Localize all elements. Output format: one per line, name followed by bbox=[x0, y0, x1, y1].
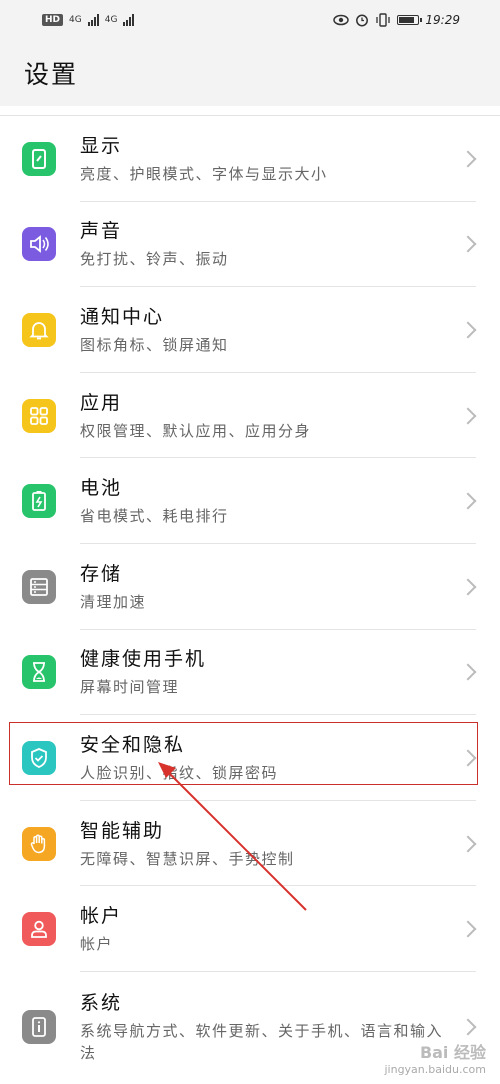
settings-item-label: 存储 bbox=[80, 562, 123, 585]
settings-item-label: 显示 bbox=[80, 134, 123, 157]
page-header: 设置 bbox=[0, 40, 500, 106]
signal-icon-2 bbox=[123, 14, 135, 26]
status-left: HD 4G 4G bbox=[42, 14, 135, 26]
settings-item-battery[interactable]: 电池省电模式、耗电排行 bbox=[0, 458, 500, 544]
display-icon bbox=[22, 141, 56, 176]
chevron-right-icon bbox=[459, 835, 477, 853]
watermark: Bai 经验 jingyan.baidu.com bbox=[384, 1039, 486, 1076]
settings-item-desc: 省电模式、耗电排行 bbox=[80, 507, 229, 526]
settings-item-desc: 人脸识别、指纹、锁屏密码 bbox=[80, 763, 279, 782]
settings-item-digital-balance[interactable]: 健康使用手机屏幕时间管理 bbox=[0, 630, 500, 716]
vibrate-icon bbox=[376, 13, 391, 27]
settings-item-notification[interactable]: 通知中心图标角标、锁屏通知 bbox=[0, 287, 500, 373]
chevron-right-icon bbox=[459, 920, 477, 938]
settings-item-label: 系统 bbox=[80, 991, 123, 1014]
hand-icon bbox=[22, 826, 56, 861]
watermark-url: jingyan.baidu.com bbox=[384, 1063, 486, 1076]
settings-item-desc: 清理加速 bbox=[80, 592, 147, 611]
settings-item-label: 应用 bbox=[80, 391, 123, 414]
shield-icon bbox=[22, 740, 56, 775]
bell-icon bbox=[22, 312, 56, 347]
status-right: 19:29 bbox=[333, 13, 460, 27]
chevron-right-icon bbox=[459, 235, 477, 253]
settings-item-desc: 亮度、护眼模式、字体与显示大小 bbox=[80, 164, 328, 183]
hourglass-icon bbox=[22, 655, 56, 690]
settings-item-label: 安全和隐私 bbox=[80, 733, 186, 756]
settings-item-label: 健康使用手机 bbox=[80, 648, 207, 671]
settings-item-smart-assistance[interactable]: 智能辅助无障碍、智慧识屏、手势控制 bbox=[0, 801, 500, 887]
chevron-right-icon bbox=[459, 150, 477, 168]
settings-item-display[interactable]: 显示亮度、护眼模式、字体与显示大小 bbox=[0, 116, 500, 202]
hd-badge: HD bbox=[42, 14, 64, 26]
settings-item-security-privacy[interactable]: 安全和隐私人脸识别、指纹、锁屏密码 bbox=[0, 715, 500, 801]
storage-icon bbox=[22, 569, 56, 604]
settings-item-storage[interactable]: 存储 清理加速 bbox=[0, 544, 500, 630]
settings-item-desc: 免打扰、铃声、振动 bbox=[80, 250, 229, 269]
settings-item-desc: 图标角标、锁屏通知 bbox=[80, 335, 229, 354]
settings-item-desc: 屏幕时间管理 bbox=[80, 678, 180, 697]
apps-icon bbox=[22, 398, 56, 433]
settings-item-label: 通知中心 bbox=[80, 305, 165, 328]
settings-list: 显示亮度、护眼模式、字体与显示大小 声音免打扰、铃声、振动 通知中心图标角标、锁… bbox=[0, 115, 500, 1082]
watermark-logo: Bai 经验 bbox=[419, 1043, 486, 1062]
battery-status-icon bbox=[397, 15, 423, 25]
chevron-right-icon bbox=[459, 749, 477, 767]
settings-item-apps[interactable]: 应用权限管理、默认应用、应用分身 bbox=[0, 373, 500, 459]
battery-icon bbox=[22, 484, 56, 519]
network-type-2: 4G bbox=[104, 15, 118, 25]
settings-item-account[interactable]: 帐户 帐户 bbox=[0, 886, 500, 972]
person-icon bbox=[22, 912, 56, 947]
settings-item-label: 声音 bbox=[80, 220, 123, 243]
settings-item-desc: 权限管理、默认应用、应用分身 bbox=[80, 421, 312, 440]
clock: 19:29 bbox=[425, 13, 460, 27]
network-type-1: 4G bbox=[69, 15, 82, 25]
chevron-right-icon bbox=[459, 663, 477, 681]
page-title: 设置 bbox=[24, 60, 79, 89]
chevron-right-icon bbox=[459, 1018, 477, 1036]
info-icon bbox=[22, 1009, 56, 1044]
signal-icon bbox=[87, 14, 99, 26]
chevron-right-icon bbox=[459, 407, 477, 425]
settings-item-label: 电池 bbox=[80, 477, 123, 500]
eye-icon bbox=[333, 14, 350, 26]
settings-item-desc: 无障碍、智慧识屏、手势控制 bbox=[80, 849, 295, 868]
speaker-icon bbox=[22, 227, 56, 262]
settings-item-sound[interactable]: 声音免打扰、铃声、振动 bbox=[0, 202, 500, 288]
status-bar: HD 4G 4G 19:29 bbox=[0, 0, 500, 40]
chevron-right-icon bbox=[459, 321, 477, 339]
settings-item-label: 帐户 bbox=[80, 905, 123, 928]
settings-item-label: 智能辅助 bbox=[80, 819, 165, 842]
settings-item-desc: 帐户 bbox=[80, 935, 114, 954]
chevron-right-icon bbox=[459, 578, 477, 596]
alarm-icon bbox=[356, 14, 369, 27]
chevron-right-icon bbox=[459, 492, 477, 510]
